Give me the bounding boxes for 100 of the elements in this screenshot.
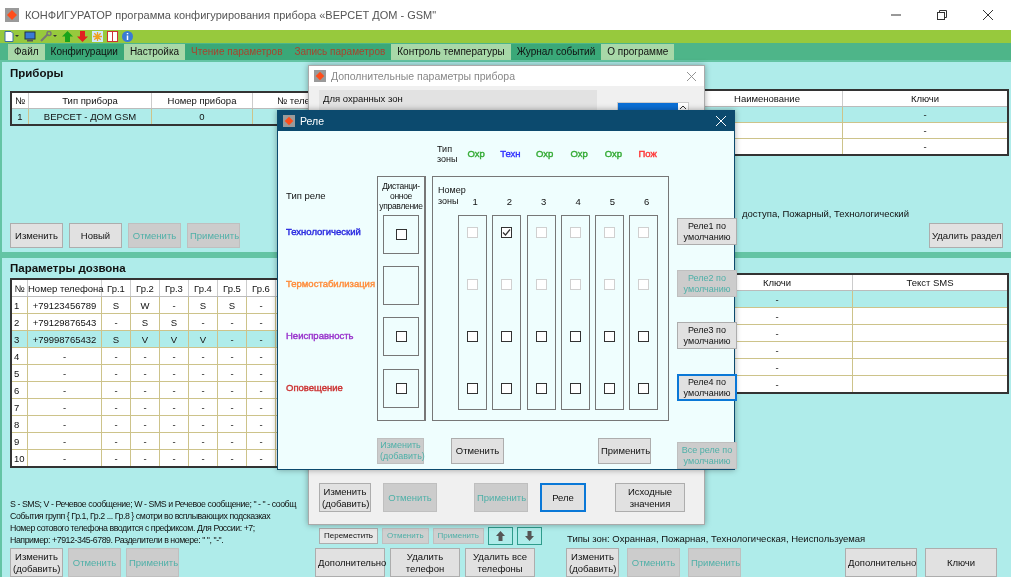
table-cell: - (188, 398, 218, 416)
book-icon[interactable] (107, 31, 118, 42)
relay-default-button[interactable]: Реле4 по умолчанию (677, 374, 737, 401)
checkbox[interactable] (638, 383, 650, 394)
table-cell: +79129876543 (27, 313, 102, 331)
table-cell: - (217, 432, 247, 450)
dialog-button[interactable]: Исходные значения (615, 483, 685, 512)
checkbox[interactable] (604, 331, 616, 342)
panel-button[interactable]: Новый (69, 223, 122, 248)
zone-number: 4 (574, 195, 582, 207)
relay-default-button[interactable]: Реле3 по умолчанию (677, 322, 737, 349)
table-cell: - (101, 364, 131, 382)
checkbox[interactable] (395, 228, 407, 240)
menu-tab[interactable]: Файл (8, 44, 45, 60)
table-cell: - (159, 449, 189, 467)
table-cell: - (188, 347, 218, 365)
message-button[interactable]: Дополнительно (845, 548, 917, 577)
checkbox[interactable] (501, 383, 513, 394)
monitor-icon[interactable] (24, 31, 36, 42)
relay-type-label: Тип реле (286, 189, 326, 201)
table-cell: - (27, 432, 102, 450)
checkbox[interactable] (395, 331, 407, 343)
table-cell: - (188, 449, 218, 467)
phone-button[interactable]: Изменить (добавить) (10, 548, 63, 577)
delete-section-button[interactable]: Удалить раздел (929, 223, 1003, 248)
dialog-title: Дополнительные параметры прибора (331, 70, 515, 82)
table-cell: - (217, 364, 247, 382)
menu-tab[interactable]: Конфигурации (44, 44, 124, 60)
dialog-button[interactable]: Изменить (добавить) (319, 483, 371, 512)
column-header: Гр.5 (217, 279, 247, 297)
info-icon[interactable] (122, 31, 133, 42)
zone-types-text: доступа, Пожарный, Технологический (742, 208, 910, 219)
panel-title: Приборы (10, 67, 64, 79)
table-cell: - (101, 449, 131, 467)
restore-icon[interactable] (937, 10, 947, 20)
zone-number: 5 (608, 195, 616, 207)
new-document-icon[interactable] (4, 31, 20, 42)
column-header: Гр.3 (159, 279, 189, 297)
menu-tab[interactable]: Журнал событий (510, 44, 602, 60)
move-down-button[interactable] (516, 527, 542, 545)
checkbox[interactable] (569, 331, 581, 342)
zone-number: 1 (471, 195, 479, 207)
dialog-button[interactable]: Отменить (451, 438, 504, 464)
relay-name: Технологический (286, 226, 361, 237)
table-cell: - (188, 313, 218, 331)
down-arrow-icon[interactable] (77, 31, 88, 42)
column-header: № (11, 92, 29, 109)
table-cell: 7 (11, 398, 28, 416)
checkbox[interactable] (535, 331, 547, 342)
legend-text: Номер сотового телефона вводится с префиксом. Для России: +7; (10, 522, 255, 534)
phone-button[interactable]: Дополнительно (315, 548, 385, 577)
column-header: Гр.6 (246, 279, 276, 297)
menu-tab[interactable]: Настройка (123, 44, 186, 60)
column-header: Гр.4 (188, 279, 218, 297)
row-button[interactable]: Переместить (319, 528, 378, 544)
zone-type: Охр (467, 148, 485, 159)
table-cell: - (217, 347, 247, 365)
table-cell: - (842, 122, 1008, 139)
menu-tab[interactable]: О программе (601, 44, 675, 60)
checkbox[interactable] (467, 383, 478, 394)
table-cell: - (130, 398, 160, 416)
message-button[interactable]: Ключи (925, 548, 997, 577)
app-icon (5, 8, 19, 22)
table-cell: - (27, 381, 102, 399)
checkbox[interactable] (501, 227, 513, 238)
table-cell: - (188, 432, 218, 450)
column-header: Номер прибора (151, 92, 253, 109)
relay-name: Термостабилизация (286, 278, 376, 289)
message-button[interactable]: Изменить (добавить) (566, 548, 619, 577)
table-cell: S (188, 296, 218, 314)
phone-button[interactable]: Удалить телефон (390, 548, 460, 577)
table-cell: 6 (11, 381, 28, 399)
phone-button[interactable]: Удалить все телефоны (465, 548, 535, 577)
relay-default-button[interactable]: Реле1 по умолчанию (677, 218, 737, 245)
checkbox[interactable] (604, 383, 616, 394)
table-cell: - (217, 449, 247, 467)
zone-type: Техн (500, 148, 521, 159)
panel-button[interactable]: Изменить (10, 223, 63, 248)
zone-number: 2 (505, 195, 514, 207)
table-cell: - (188, 364, 218, 382)
dialog-button[interactable]: Реле (540, 483, 586, 512)
table-cell: - (130, 364, 160, 382)
table-cell: - (217, 398, 247, 416)
checkbox[interactable] (501, 331, 513, 342)
move-up-button[interactable] (487, 527, 513, 545)
close-icon[interactable] (983, 10, 993, 20)
legend-text: События групп { Гр.1, Гр.2 ... Гр.8 } смотри во всплывающих подсказках (10, 510, 271, 522)
table-cell: - (27, 415, 102, 433)
checkbox[interactable] (638, 331, 650, 342)
checkbox[interactable] (467, 331, 478, 342)
table-cell: - (101, 347, 131, 365)
table-cell: S (130, 313, 160, 331)
menu-tab[interactable]: Контроль температуры (391, 44, 511, 60)
app-icon (314, 70, 326, 82)
dialog-button[interactable]: Применить (598, 438, 651, 464)
table-cell: - (159, 415, 189, 433)
checkbox[interactable] (569, 383, 581, 394)
checkbox[interactable] (395, 382, 407, 394)
zone-type: Охр (604, 148, 622, 159)
checkbox[interactable] (535, 383, 547, 394)
